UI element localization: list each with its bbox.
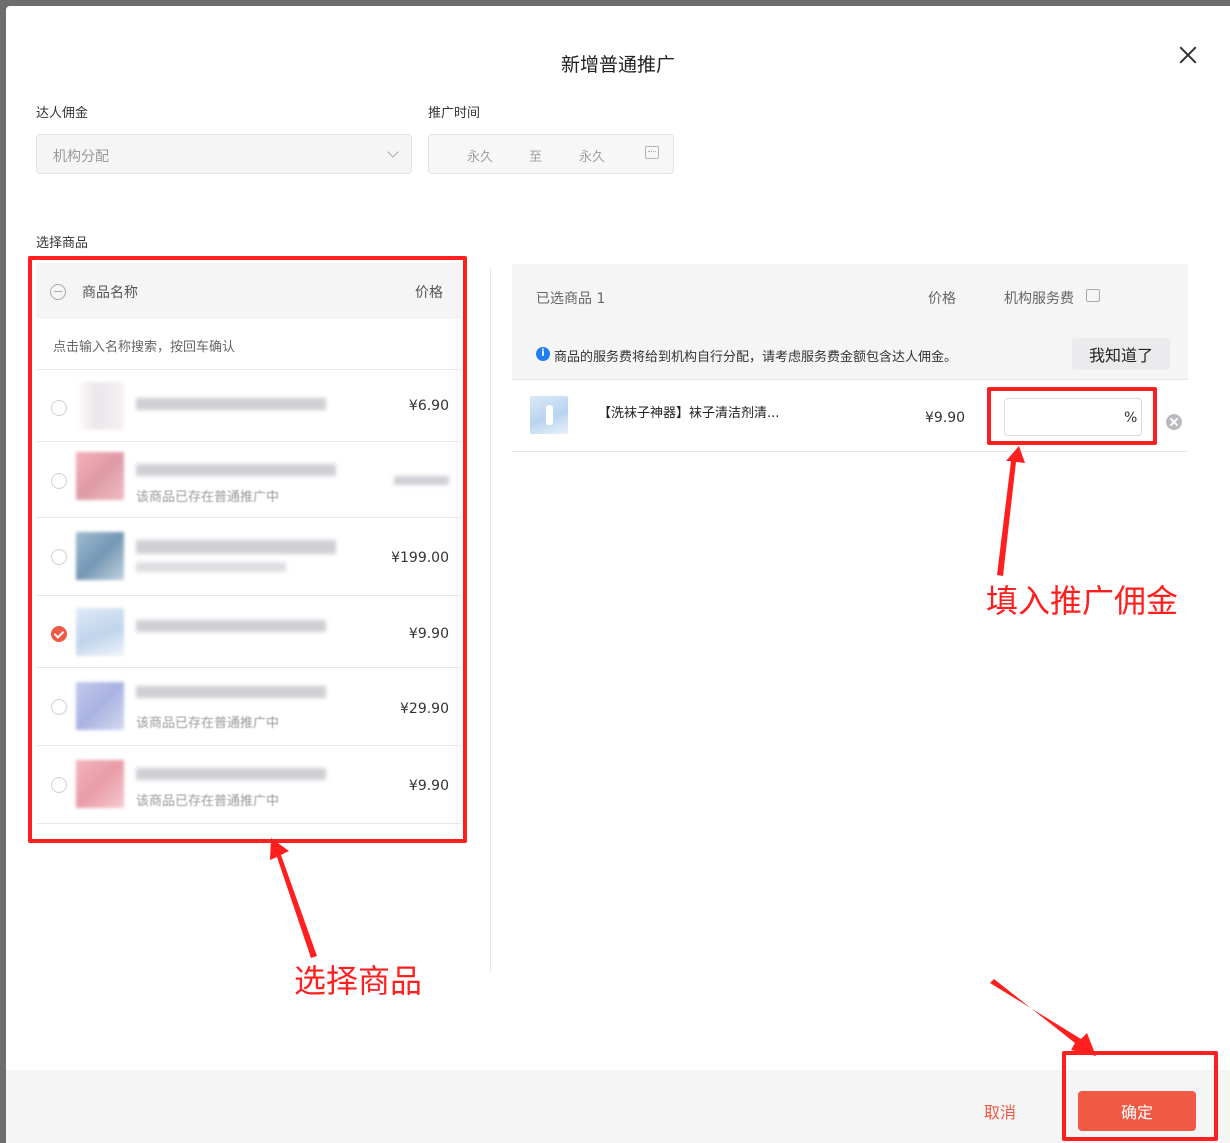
product-exists-note: 该商品已存在普通推广中 [136,794,280,809]
cancel-button[interactable]: 取消 [940,1091,1060,1131]
col-price: 价格 [415,285,443,301]
product-row[interactable]: 该商品已存在普通推广中 ¥29.90 [36,668,461,746]
chevron-down-icon [387,146,399,158]
select-products-label: 选择商品 [36,236,89,251]
select-all-icon[interactable] [50,284,66,300]
product-name-blurred [136,620,326,632]
close-icon[interactable] [1174,42,1202,70]
product-list: 商品名称 价格 点击输入名称搜索，按回车确认 ¥6.90 该商品已存在普通推广中… [36,263,461,833]
product-price: ¥9.90 [408,778,449,794]
annotation-fill-commission: 填入推广佣金 [986,582,1179,620]
info-icon: i [536,347,550,361]
product-radio[interactable] [51,699,67,715]
col-product-name: 商品名称 [82,285,138,301]
service-fee-notice: i 商品的服务费将给到机构自行分配，请考虑服务费金额包含达人佣金。 我知道了 [512,328,1188,380]
dialog: 新增普通推广 达人佣金 推广时间 机构分配 永久 至 永久 选择商品 商品名称 … [6,6,1230,1143]
product-thumbnail [76,452,124,500]
product-row[interactable]: ¥6.90 [36,370,461,442]
product-note-blurred [136,562,286,572]
product-name-blurred [136,768,326,780]
fee-batch-icon[interactable] [1086,289,1100,302]
time-start: 永久 [467,150,494,165]
commission-value: 机构分配 [53,149,109,165]
product-exists-note: 该商品已存在普通推广中 [136,490,280,505]
time-range-picker[interactable]: 永久 至 永久 [428,134,674,174]
percent-unit: % [1124,410,1138,426]
remove-item-icon[interactable] [1166,414,1182,430]
product-radio[interactable] [51,473,67,489]
acknowledge-button[interactable]: 我知道了 [1072,338,1170,370]
calendar-icon [645,146,659,159]
product-radio[interactable] [51,549,67,565]
product-radio[interactable] [51,777,67,793]
product-name-blurred [136,686,326,698]
product-price-blurred [394,476,449,485]
product-radio-checked[interactable] [51,626,67,642]
time-separator: 至 [529,150,543,165]
confirm-button[interactable]: 确定 [1078,1091,1196,1131]
selected-item-thumbnail [530,396,568,434]
commission-label: 达人佣金 [36,106,89,121]
product-row[interactable]: 该商品已存在普通推广中 [36,442,461,518]
panel-divider [490,268,491,972]
selected-col-fee: 机构服务费 [1004,291,1074,307]
annotation-select-products: 选择商品 [294,962,423,1000]
service-fee-input[interactable] [1004,398,1142,436]
product-row[interactable]: ¥199.00 [36,518,461,596]
product-exists-note: 该商品已存在普通推广中 [136,716,280,731]
product-thumbnail [76,760,124,808]
product-thumbnail [76,532,124,580]
selected-count: 已选商品 1 [536,291,606,307]
product-list-header: 商品名称 价格 [36,263,461,319]
time-label: 推广时间 [428,106,481,121]
product-name-blurred [136,540,336,554]
product-thumbnail [76,382,124,430]
selected-item-row: 【洗袜子神器】袜子清洁剂清... ¥9.90 % [512,380,1188,452]
selected-item-name: 【洗袜子神器】袜子清洁剂清... [598,406,780,421]
selected-col-price: 价格 [928,291,956,307]
dialog-footer: 取消 确定 [6,1070,1230,1143]
commission-select[interactable]: 机构分配 [36,134,412,174]
product-price: ¥9.90 [408,626,449,642]
selected-header: 已选商品 1 价格 机构服务费 [512,264,1188,328]
dialog-title: 新增普通推广 [560,54,675,76]
product-name-blurred [136,464,336,476]
product-price: ¥29.90 [400,701,449,717]
product-radio[interactable] [51,400,67,416]
product-name-blurred [136,398,326,410]
notice-text: 商品的服务费将给到机构自行分配，请考虑服务费金额包含达人佣金。 [554,350,958,365]
product-row[interactable]: 该商品已存在普通推广中 ¥9.90 [36,746,461,824]
time-end: 永久 [579,150,606,165]
product-thumbnail [76,608,124,656]
product-price: ¥6.90 [408,398,449,414]
product-row[interactable]: ¥9.90 [36,596,461,668]
selected-item-price: ¥9.90 [925,410,966,426]
product-price: ¥199.00 [391,550,449,566]
product-search-input[interactable]: 点击输入名称搜索，按回车确认 [36,319,461,370]
product-thumbnail [76,682,124,730]
